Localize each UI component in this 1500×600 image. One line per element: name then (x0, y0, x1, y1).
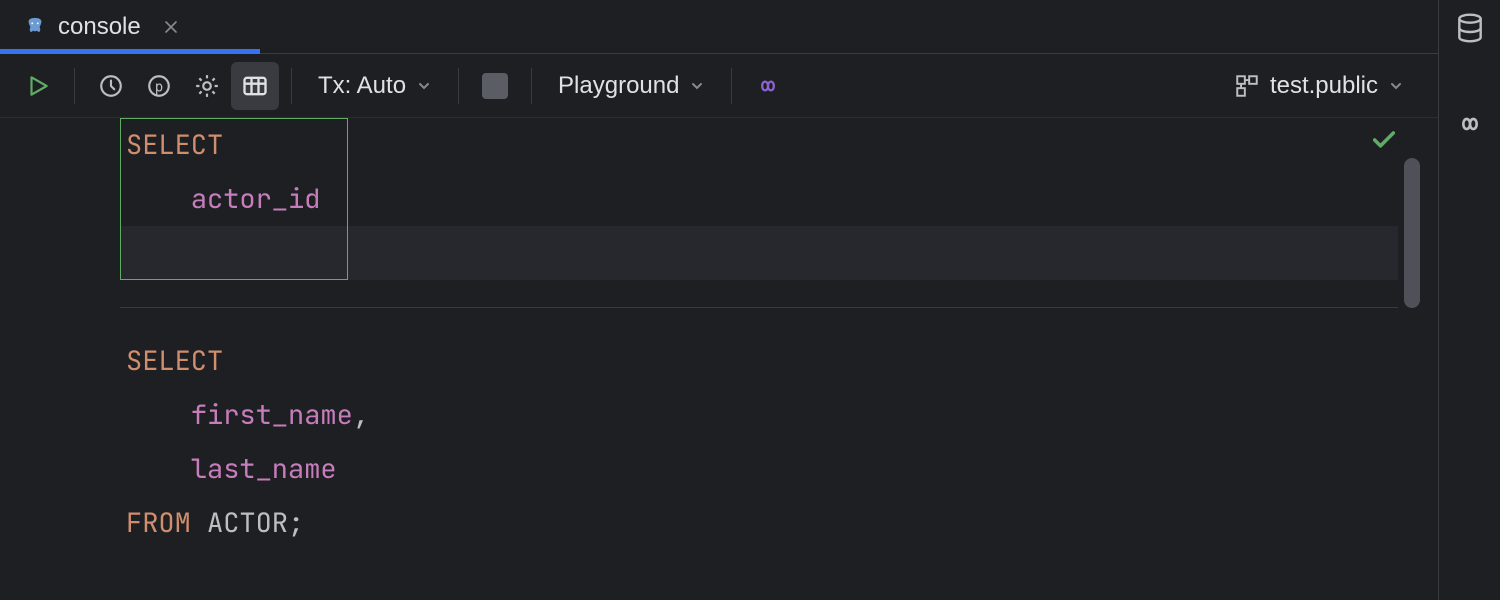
tab-bar: console (0, 0, 1438, 54)
session-label: Playground (558, 72, 679, 100)
chevron-down-icon (1388, 78, 1404, 94)
separator (291, 68, 292, 104)
code-area[interactable]: SELECT actor_idfrom ACTOR;SELECT first_n… (120, 118, 1398, 600)
tab-active-indicator (0, 49, 260, 54)
code-line[interactable]: SELECT (120, 118, 1398, 172)
separator (458, 68, 459, 104)
chevron-down-icon (689, 78, 705, 94)
schema-icon (1234, 73, 1260, 99)
toolbar: p Tx: Auto Playground (0, 54, 1438, 118)
history-button[interactable] (87, 62, 135, 110)
database-tool-icon[interactable] (1452, 10, 1488, 46)
stop-button[interactable] (471, 62, 519, 110)
schema-label: test.public (1270, 72, 1378, 100)
session-dropdown[interactable]: Playground (544, 62, 719, 110)
current-line-highlight (120, 226, 1398, 280)
editor-gutter (0, 118, 120, 600)
tx-label: Tx: Auto (318, 72, 406, 100)
explain-plan-button[interactable]: p (135, 62, 183, 110)
code-line[interactable]: FROM ACTOR; (120, 496, 1398, 550)
run-button[interactable] (14, 62, 62, 110)
sql-editor[interactable]: SELECT actor_idfrom ACTOR;SELECT first_n… (0, 118, 1438, 600)
schema-picker[interactable]: test.public (1234, 72, 1424, 100)
ai-assistant-button[interactable] (744, 62, 792, 110)
ai-tool-icon[interactable] (1452, 106, 1488, 142)
code-line[interactable]: SELECT (120, 334, 1398, 388)
chevron-down-icon (416, 78, 432, 94)
code-line[interactable]: last_name (120, 442, 1398, 496)
transaction-mode-dropdown[interactable]: Tx: Auto (304, 62, 446, 110)
code-line[interactable]: first_name, (120, 388, 1398, 442)
editor-tab-console[interactable]: console (0, 0, 201, 53)
settings-button[interactable] (183, 62, 231, 110)
scrollbar-thumb[interactable] (1404, 158, 1420, 308)
statement-separator (120, 307, 1398, 308)
separator (531, 68, 532, 104)
main-area: console p Tx: Auto (0, 0, 1438, 600)
close-icon[interactable] (163, 19, 179, 35)
svg-text:p: p (155, 79, 163, 95)
separator (74, 68, 75, 104)
code-line[interactable]: actor_id (120, 172, 1398, 226)
postgres-icon (24, 16, 46, 38)
tab-label: console (58, 13, 141, 41)
right-tool-rail (1438, 0, 1500, 600)
inspection-ok-icon[interactable] (1370, 126, 1398, 154)
separator (731, 68, 732, 104)
stop-icon (482, 73, 508, 99)
table-view-button[interactable] (231, 62, 279, 110)
